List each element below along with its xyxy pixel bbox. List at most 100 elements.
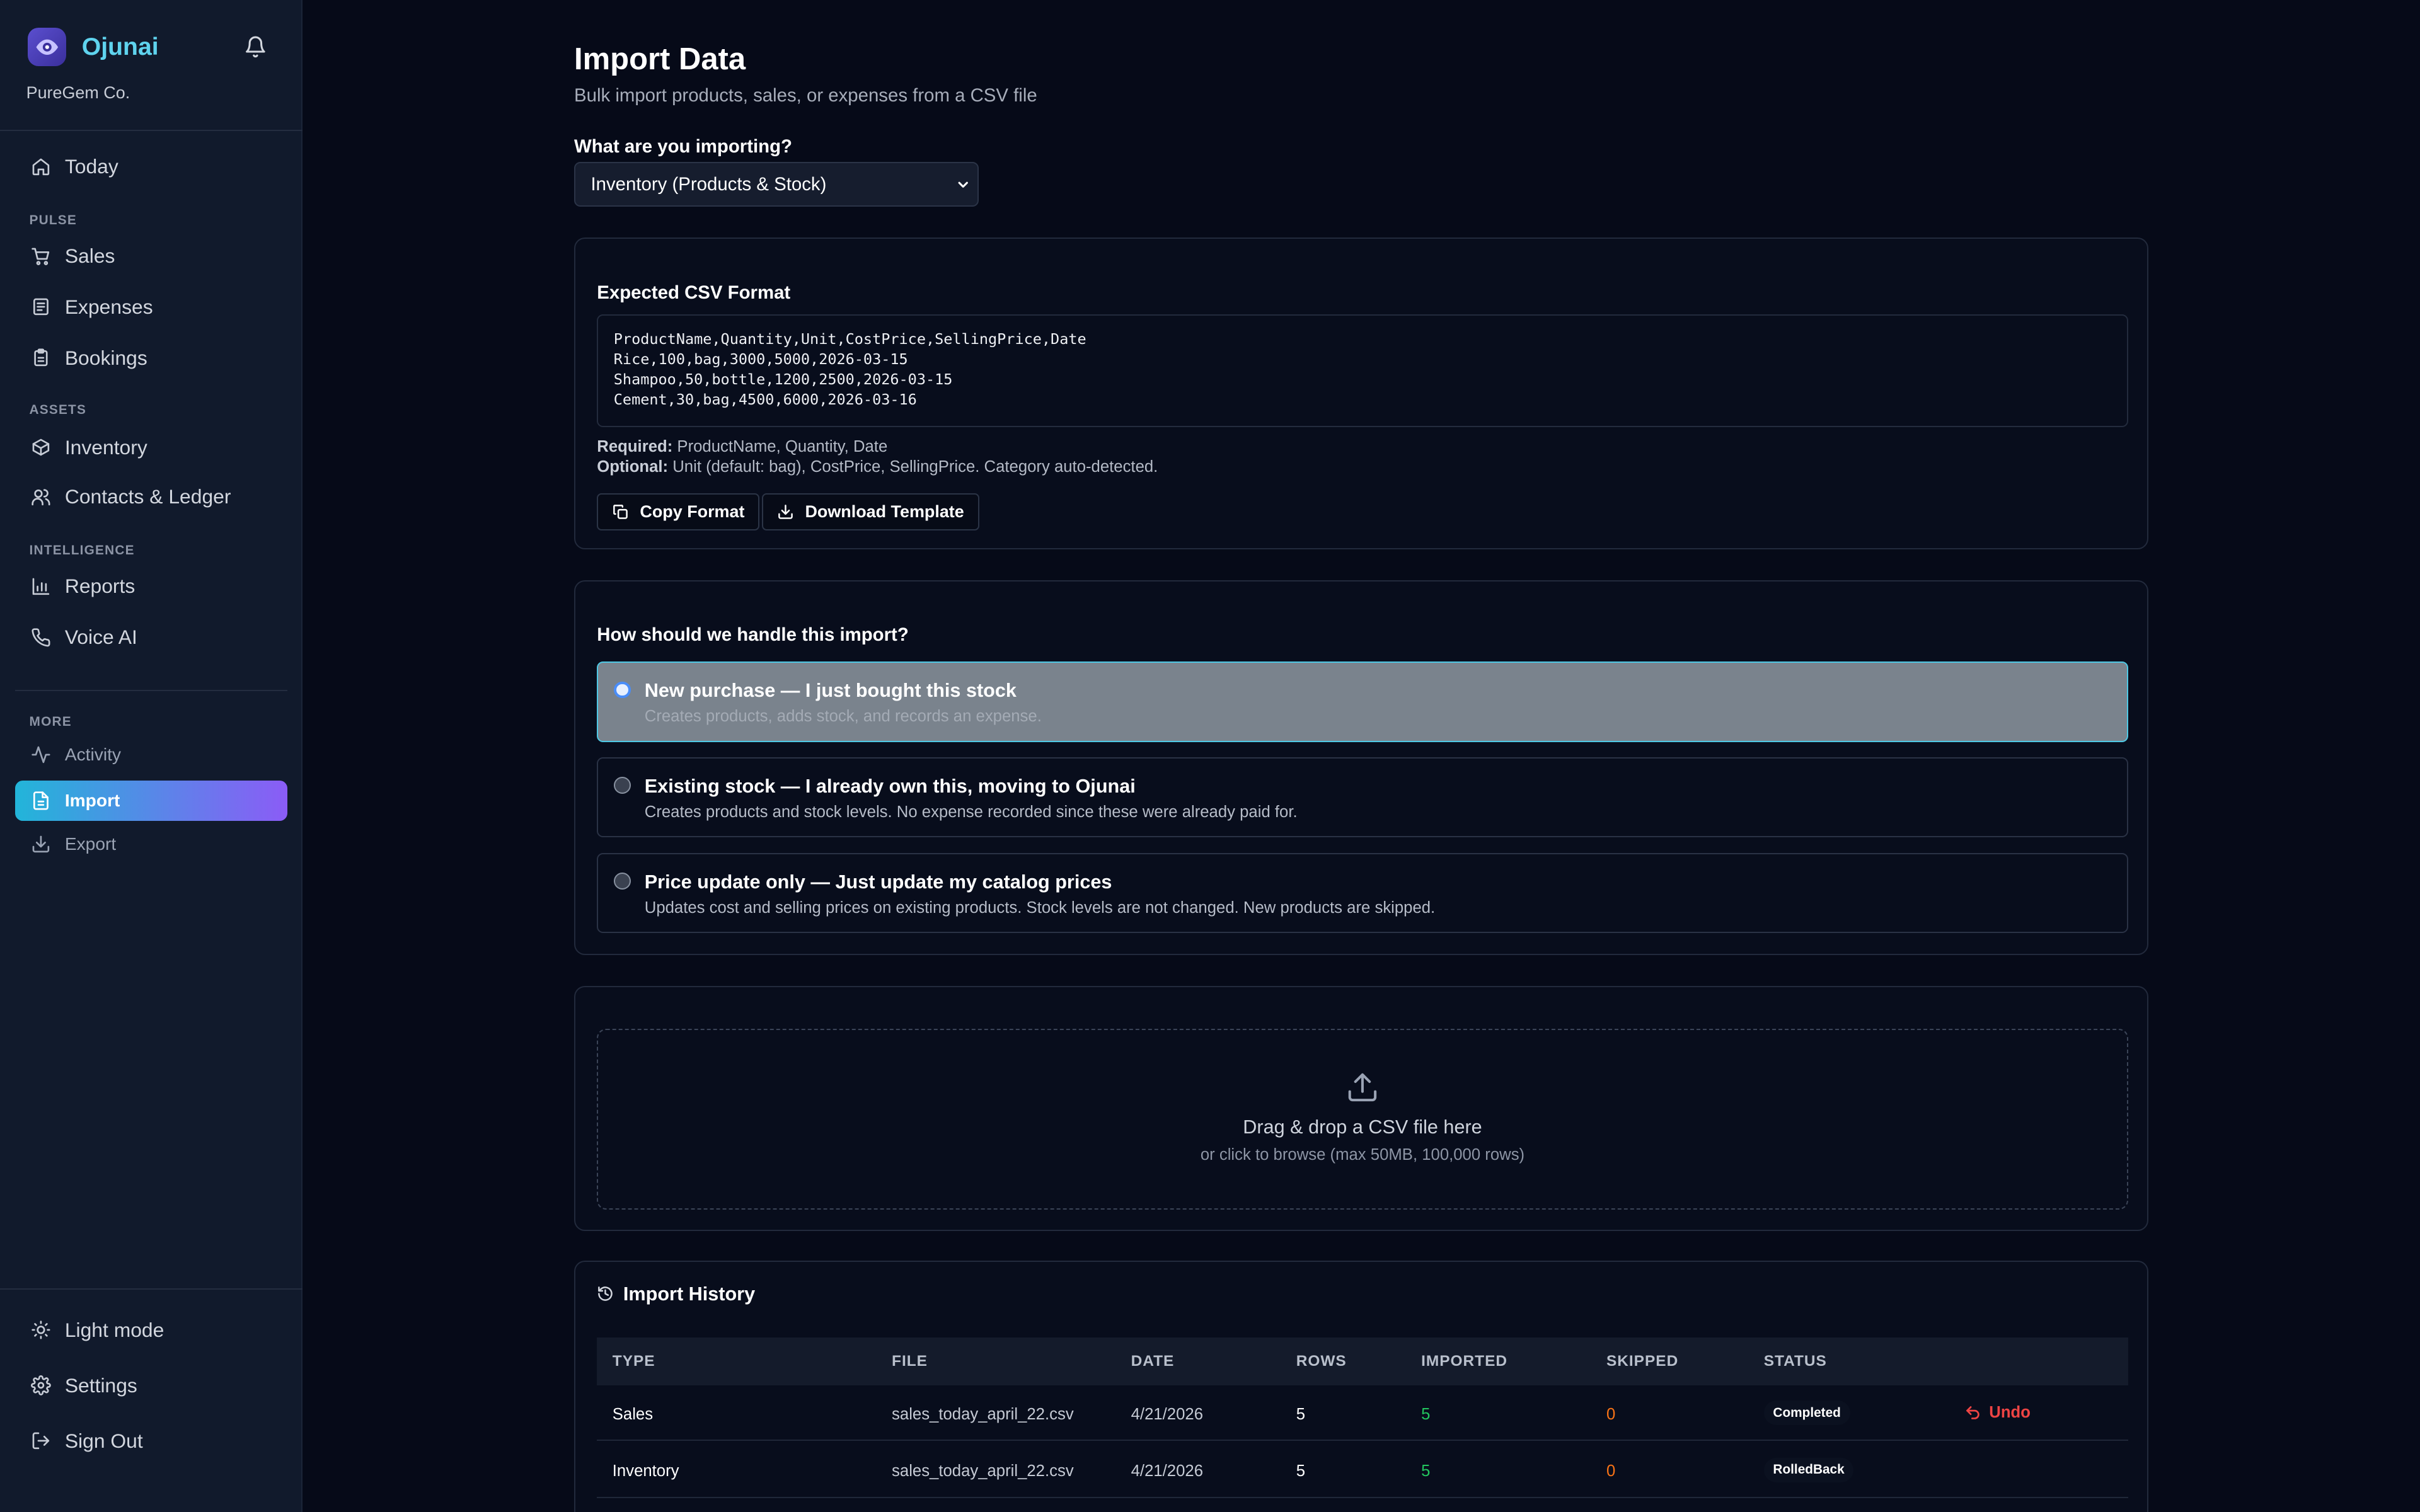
nav-export[interactable]: Export [15,824,287,864]
nav-reports-label: Reports [64,575,135,598]
sign-out-label: Sign Out [64,1429,143,1452]
phone-icon [32,627,50,646]
download-template-button[interactable]: Download Template [762,493,979,530]
code-line: Rice,100,bag,3000,5000,2026-03-15 [613,350,908,369]
column-header-rows[interactable]: ROWS [1296,1353,1347,1370]
dropzone-subtitle: or click to browse (max 50MB, 100,000 ro… [1200,1145,1525,1164]
option-price-update[interactable]: Price update only — Just update my catal… [597,852,2128,934]
table-row[interactable]: Inventory sales_today_april_22.csv 4/21/… [597,1442,2128,1498]
option-description: Creates products and stock levels. No ex… [644,803,1298,821]
clipboard-icon [34,348,48,367]
code-line: Cement,30,bag,4500,6000,2026-03-16 [613,390,917,408]
upload-icon [1348,1073,1376,1101]
row-rows: 5 [1296,1462,1305,1480]
required-label: Required: [597,438,673,456]
nav-contacts[interactable]: Contacts & Ledger [15,477,287,517]
light-mode-toggle[interactable]: Light mode [15,1310,287,1350]
sidebar-divider [0,1288,302,1290]
nav-activity[interactable]: Activity [15,735,287,775]
row-type: Sales [612,1405,654,1423]
option-existing-stock[interactable]: Existing stock — I already own this, mov… [597,757,2128,838]
column-header-type[interactable]: TYPE [613,1353,655,1370]
row-imported: 5 [1421,1405,1431,1423]
sun-icon [32,1320,50,1339]
nav-voice-ai-label: Voice AI [64,625,137,648]
chevron-down-icon [958,181,969,188]
nav-sales[interactable]: Sales [15,236,287,277]
nav-reports[interactable]: Reports [15,566,287,607]
file-import-icon [33,791,49,810]
company-name: PureGem Co. [26,83,130,103]
nav-bookings[interactable]: Bookings [15,338,287,378]
page-title: Import Data [574,42,746,77]
eye-logo-icon [28,28,67,67]
upload-card: Drag & drop a CSV file here or click to … [574,985,2148,1232]
gear-icon [31,1375,51,1396]
row-skipped: 0 [1606,1405,1616,1423]
import-history-card: Import History TYPE FILE DATE ROWS IMPOR… [574,1260,2148,1512]
sidebar-divider [15,689,287,692]
import-type-select[interactable]: Inventory (Products & Stock) [574,162,979,207]
table-row[interactable]: Sales sales_today_april_22.csv 4/21/2026… [597,1385,2128,1441]
notification-bell-icon[interactable] [244,35,267,59]
brand[interactable]: Ojunai [28,28,159,67]
section-more: MORE [29,714,72,729]
nav-voice-ai[interactable]: Voice AI [15,617,287,658]
nav-today-label: Today [64,154,118,178]
row-file: sales_today_april_22.csv [892,1462,1074,1480]
package-icon [32,438,50,456]
users-icon [32,488,50,505]
csv-format-card: Expected CSV Format ProductName,Quantity… [574,238,2148,549]
page-subtitle: Bulk import products, sales, or expenses… [574,84,1037,106]
section-assets: ASSETS [29,403,87,418]
nav-settings[interactable]: Settings [15,1365,287,1406]
home-icon [32,158,50,175]
nav-bookings-label: Bookings [64,346,147,369]
column-header-skipped[interactable]: SKIPPED [1606,1353,1678,1370]
status-badge: Completed [1763,1400,1850,1426]
handling-title: How should we handle this import? [597,624,909,646]
column-header-imported[interactable]: IMPORTED [1421,1353,1507,1370]
nav-expenses[interactable]: Expenses [15,287,287,328]
optional-label: Optional: [597,457,669,476]
column-header-status[interactable]: STATUS [1764,1353,1827,1370]
radio-button[interactable] [613,681,631,699]
activity-icon [32,746,50,763]
history-icon [598,1286,613,1301]
optional-fields: Optional: Unit (default: bag), CostPrice… [597,458,1158,476]
nav-sales-label: Sales [64,244,115,268]
sidebar: Ojunai PureGem Co. Today PULSE Sales Exp… [0,0,302,1512]
radio-button[interactable] [613,777,631,794]
option-new-purchase[interactable]: New purchase — I just bought this stock … [597,662,2128,742]
row-type: Inventory [612,1462,679,1480]
copy-format-button[interactable]: Copy Format [597,493,760,530]
download-icon [778,505,793,519]
column-header-file[interactable]: FILE [892,1353,928,1370]
nav-contacts-label: Contacts & Ledger [64,485,231,508]
nav-export-label: Export [64,833,117,854]
option-title: Existing stock — I already own this, mov… [644,775,1136,797]
receipt-icon [33,299,49,316]
import-type-label: What are you importing? [574,135,792,157]
brand-name: Ojunai [81,33,159,60]
download-template-label: Download Template [805,502,964,522]
undo-button[interactable]: Undo [1964,1404,2031,1422]
column-header-date[interactable]: DATE [1131,1353,1175,1370]
csv-format-title: Expected CSV Format [597,282,791,303]
nav-today[interactable]: Today [15,147,287,187]
nav-expenses-label: Expenses [64,295,153,318]
optional-text: Unit (default: bag), CostPrice, SellingP… [672,457,1158,476]
option-title: Price update only — Just update my catal… [644,871,1112,893]
nav-inventory[interactable]: Inventory [15,427,287,467]
sign-out-button[interactable]: Sign Out [15,1421,287,1462]
row-skipped: 0 [1606,1462,1616,1480]
undo-label: Undo [1989,1404,2031,1422]
radio-button[interactable] [613,873,631,890]
option-title: New purchase — I just bought this stock [644,680,1017,702]
csv-dropzone[interactable]: Drag & drop a CSV file here or click to … [597,1029,2128,1210]
nav-inventory-label: Inventory [64,435,147,459]
log-out-icon [32,1433,50,1450]
required-fields: Required: ProductName, Quantity, Date [597,438,887,456]
nav-import[interactable]: Import [15,781,287,821]
code-line: Shampoo,50,bottle,1200,2500,2026-03-15 [613,370,953,388]
